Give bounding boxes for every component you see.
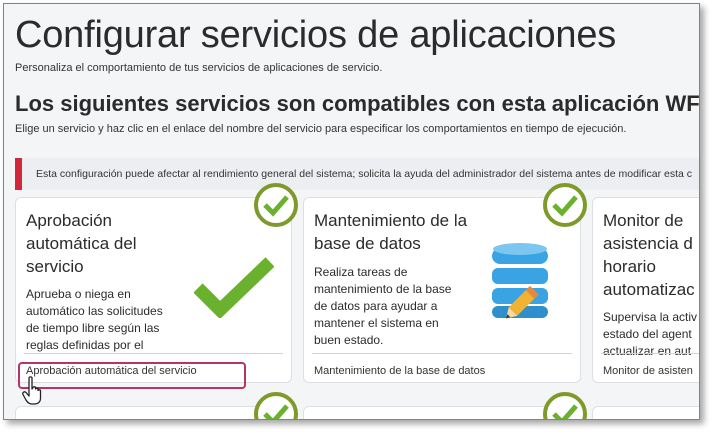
database-edit-icon <box>492 243 548 319</box>
card-title: Mantenimiento de la base de datos <box>314 211 468 253</box>
section-title: Los siguientes servicios son compatibles… <box>15 91 700 116</box>
enabled-check-badge-icon <box>254 392 298 419</box>
card-divider <box>312 353 572 354</box>
app-window: Configurar servicios de aplicaciones Per… <box>3 3 700 420</box>
card-divider <box>24 353 283 354</box>
service-link-schedule-monitor[interactable]: Monitor de asisten <box>603 365 693 377</box>
card-description: Aprueba o niega en automático las solici… <box>26 287 163 352</box>
warning-text: Esta configuración puede afectar al rend… <box>36 168 693 180</box>
service-link-database-maintenance[interactable]: Mantenimiento de la base de datos <box>314 365 485 377</box>
service-card-row2-2[interactable] <box>303 406 581 419</box>
card-title: Monitor de asistencia d horario automati… <box>603 211 695 299</box>
warning-banner: Esta configuración puede afectar al rend… <box>15 158 699 190</box>
card-divider <box>601 353 699 354</box>
link-highlight-annotation <box>18 362 246 389</box>
service-card-database-maintenance[interactable]: Mantenimiento de la base de datos Realiz… <box>303 197 581 383</box>
service-card-row2-1[interactable] <box>15 406 292 419</box>
card-title: Aprobación automática del servicio <box>26 211 137 276</box>
service-card-schedule-monitor[interactable]: Monitor de asistencia d horario automati… <box>592 197 699 383</box>
section-subtitle: Elige un servicio y haz clic en el enlac… <box>15 123 627 135</box>
page-subtitle: Personaliza el comportamiento de tus ser… <box>15 62 383 74</box>
enabled-check-badge-icon <box>543 392 587 419</box>
service-card-auto-approval[interactable]: Aprobación automática del servicio Aprue… <box>15 197 292 383</box>
enabled-check-badge-icon <box>254 183 298 227</box>
page-title: Configurar servicios de aplicaciones <box>15 14 617 56</box>
card-description: Realiza tareas de mantenimiento de la ba… <box>314 265 452 347</box>
enabled-check-badge-icon <box>543 183 587 227</box>
hand-cursor-icon <box>22 376 42 405</box>
service-card-row2-3[interactable] <box>592 406 699 419</box>
checkmark-icon <box>194 257 274 318</box>
